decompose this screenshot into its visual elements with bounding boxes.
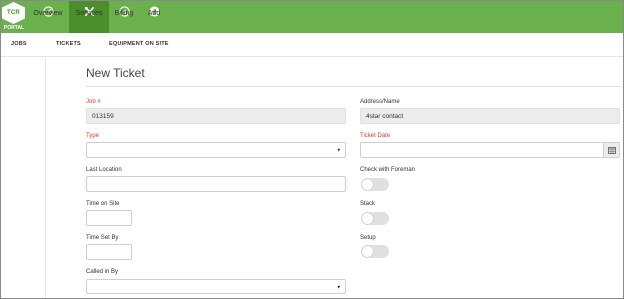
job-number-label: Job #	[86, 99, 101, 105]
called-in-by-select[interactable]: ▼	[86, 279, 346, 294]
ticket-date-label: Ticket Date	[360, 133, 391, 139]
nav-add-label: Add	[147, 10, 161, 17]
page-title: New Ticket	[86, 66, 145, 80]
caret-down-icon: ▼	[336, 284, 341, 289]
nav-overview-label: Overview	[33, 10, 63, 17]
calendar-icon	[607, 146, 616, 154]
toggle-knob	[362, 179, 373, 190]
app-frame: TCR PORTAL Overview Services $ Billing A…	[0, 0, 624, 299]
check-with-foreman-label: Check with Foreman	[360, 167, 416, 173]
time-set-by-field[interactable]	[86, 244, 132, 260]
job-number-field[interactable]: 013159	[86, 108, 346, 124]
address-name-value: 4star contact	[366, 112, 404, 120]
nav-add[interactable]: Add	[142, 1, 166, 33]
ticket-date-field[interactable]	[360, 142, 620, 158]
last-location-field[interactable]	[86, 176, 346, 192]
toggle-knob	[362, 246, 373, 257]
stack-label: Stack	[360, 201, 376, 207]
top-nav-bar: TCR PORTAL Overview Services $ Billing A…	[1, 1, 623, 33]
portal-logo[interactable]: TCR PORTAL	[2, 2, 25, 32]
subnav-jobs[interactable]: JOBS	[11, 41, 27, 47]
time-on-site-label: Time on Site	[86, 201, 120, 207]
setup-toggle[interactable]	[361, 245, 389, 258]
nav-services-label: Services	[75, 10, 103, 17]
subnav-equipment-on-site[interactable]: EQUIPMENT ON SITE	[109, 41, 169, 47]
job-number-value: 013159	[92, 112, 114, 120]
logo-text: TCR	[7, 10, 20, 16]
stack-toggle[interactable]	[361, 212, 389, 225]
calendar-button[interactable]	[603, 143, 619, 157]
nav-services[interactable]: Services	[69, 1, 109, 33]
type-select[interactable]: ▼	[86, 142, 346, 158]
logo-portal-text: PORTAL	[3, 25, 25, 31]
logo-hex: TCR	[2, 2, 25, 24]
called-in-by-label: Called in By	[86, 269, 119, 275]
time-set-by-label: Time Set By	[86, 235, 119, 241]
type-label: Type	[86, 133, 100, 139]
toggle-knob	[362, 213, 373, 224]
caret-down-icon: ▼	[336, 147, 341, 153]
time-on-site-field[interactable]	[86, 210, 132, 226]
address-name-field[interactable]: 4star contact	[360, 108, 620, 124]
last-location-label: Last Location	[86, 167, 122, 173]
address-name-label: Address/Name	[360, 99, 400, 105]
subnav-tickets[interactable]: TICKETS	[56, 41, 81, 47]
title-divider	[86, 86, 621, 87]
nav-billing[interactable]: $ Billing	[111, 1, 137, 33]
sidebar-divider	[45, 58, 46, 298]
nav-billing-label: Billing	[114, 10, 134, 17]
check-with-foreman-toggle[interactable]	[361, 178, 389, 191]
sub-nav: JOBS TICKETS EQUIPMENT ON SITE	[1, 33, 623, 57]
setup-label: Setup	[360, 235, 376, 241]
nav-overview[interactable]: Overview	[31, 1, 65, 33]
